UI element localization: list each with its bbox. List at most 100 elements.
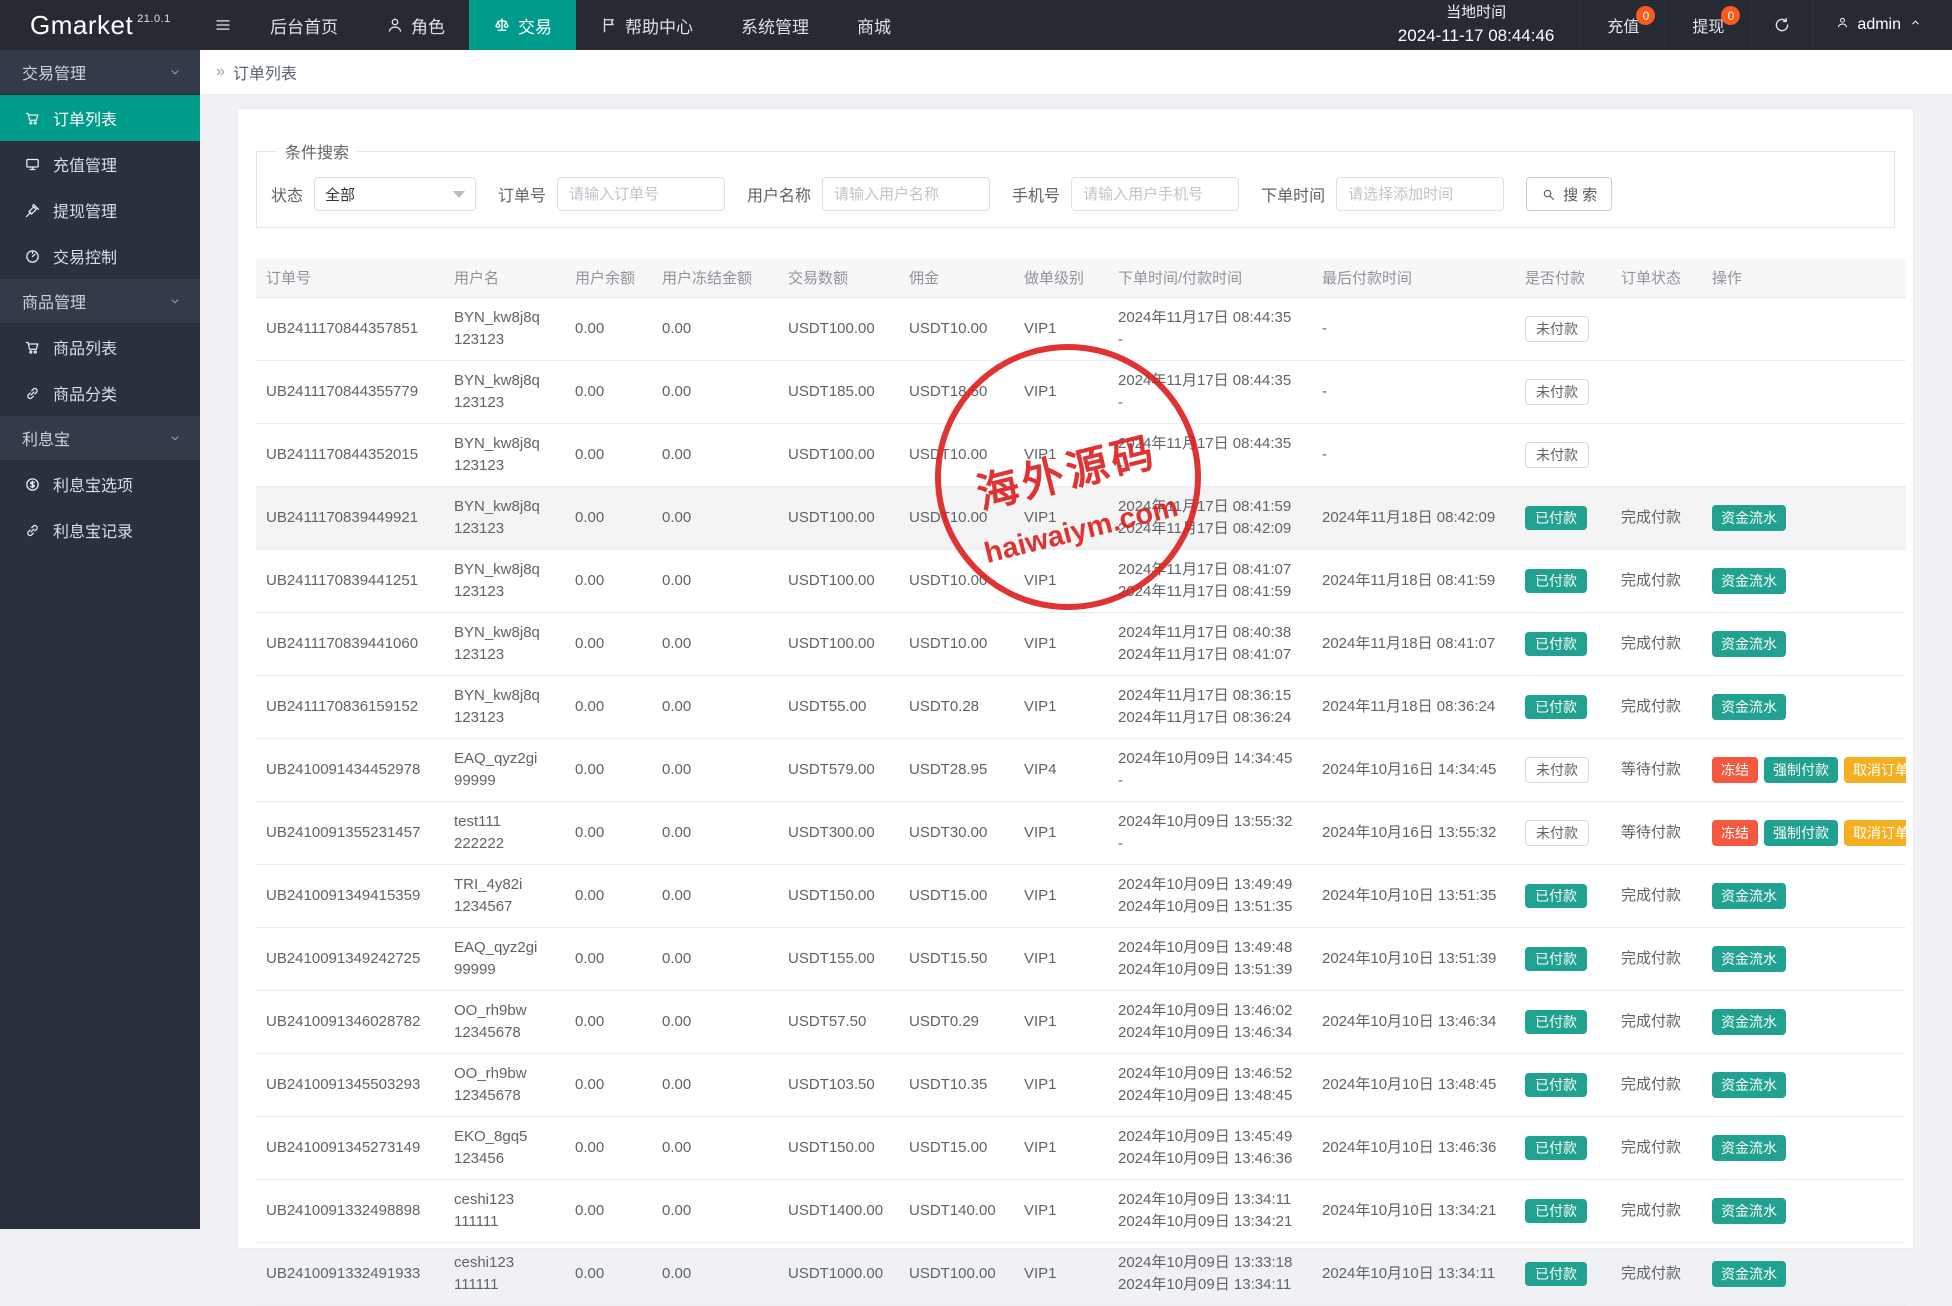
paid-status-cell: 已付款 xyxy=(1515,928,1611,991)
paid-status-badge: 已付款 xyxy=(1525,1199,1587,1223)
frozen-cell: 0.00 xyxy=(652,1117,778,1180)
order-no-cell: UB2411170844355779 xyxy=(256,361,444,424)
nav-item-roles[interactable]: 角色 xyxy=(362,0,469,50)
user-name-filter-label: 用户名称 xyxy=(747,182,811,206)
frozen-cell: 0.00 xyxy=(652,424,778,487)
level-cell: VIP1 xyxy=(1014,1054,1108,1117)
flow-button[interactable]: 资金流水 xyxy=(1712,946,1786,972)
flow-button[interactable]: 资金流水 xyxy=(1712,1135,1786,1161)
table-row: UB2411170844352015BYN_kw8j8q1231230.000.… xyxy=(256,424,1906,487)
filters-row: 状态全部订单号用户名称手机号下单时间搜 索 xyxy=(271,177,1894,211)
breadcrumb-chevron-icon: » xyxy=(216,63,225,81)
amount-cell: USDT1000.00 xyxy=(778,1243,899,1306)
order-time-cell: 2024年10月09日 14:34:45- xyxy=(1108,739,1312,802)
order-no-cell: UB2410091345273149 xyxy=(256,1117,444,1180)
username-cell: ceshi123111111 xyxy=(444,1180,565,1243)
level-cell: VIP1 xyxy=(1014,613,1108,676)
amount-cell: USDT150.00 xyxy=(778,1117,899,1180)
paid-status-badge: 已付款 xyxy=(1525,1136,1587,1160)
phone-filter-label: 手机号 xyxy=(1012,182,1060,206)
withdraw-button[interactable]: 提现 0 xyxy=(1665,0,1750,50)
frozen-cell: 0.00 xyxy=(652,802,778,865)
last-pay-time-cell: 2024年10月16日 13:55:32 xyxy=(1312,802,1515,865)
freeze-button[interactable]: 冻结 xyxy=(1712,820,1758,846)
order-no-cell: UB2411170839441060 xyxy=(256,613,444,676)
local-time-value: 2024-11-17 08:44:46 xyxy=(1398,24,1555,49)
sidebar-item-lixibao-options[interactable]: 利息宝选项 xyxy=(0,461,200,507)
order-no-input[interactable] xyxy=(557,177,725,211)
search-button[interactable]: 搜 索 xyxy=(1526,177,1612,211)
flow-button[interactable]: 资金流水 xyxy=(1712,568,1786,594)
freeze-button[interactable]: 冻结 xyxy=(1712,757,1758,783)
sidebar-item-lixibao-records[interactable]: 利息宝记录 xyxy=(0,507,200,553)
order-time-cell: 2024年11月17日 08:41:072024年11月17日 08:41:59 xyxy=(1108,550,1312,613)
hamburger-icon[interactable] xyxy=(200,0,246,50)
sidebar-item-withdraw-mgmt[interactable]: 提现管理 xyxy=(0,187,200,233)
sidebar-item-label: 提现管理 xyxy=(53,198,117,222)
last-pay-time-cell: - xyxy=(1312,298,1515,361)
sidebar-group-label: 商品管理 xyxy=(22,289,86,313)
flow-button[interactable]: 资金流水 xyxy=(1712,1072,1786,1098)
paid-status-badge: 已付款 xyxy=(1525,1010,1587,1034)
column-header: 订单号 xyxy=(256,258,444,298)
nav-item-mall[interactable]: 商城 xyxy=(833,0,915,50)
force-button[interactable]: 强制付款 xyxy=(1764,757,1838,783)
sidebar-item-goods-list[interactable]: 商品列表 xyxy=(0,324,200,370)
recharge-button[interactable]: 充值 0 xyxy=(1580,0,1665,50)
column-header: 最后付款时间 xyxy=(1312,258,1515,298)
table-row: UB2411170844357851BYN_kw8j8q1231230.000.… xyxy=(256,298,1906,361)
phone-input[interactable] xyxy=(1071,177,1239,211)
cancel-button[interactable]: 取消订单 xyxy=(1844,820,1906,846)
sidebar-group-lixibao[interactable]: 利息宝 xyxy=(0,416,200,461)
commission-cell: USDT30.00 xyxy=(899,802,1014,865)
username-cell: EAQ_qyz2gi99999 xyxy=(444,928,565,991)
withdraw-badge: 0 xyxy=(1721,6,1740,25)
balance-cell: 0.00 xyxy=(565,1243,652,1306)
nav-item-help-center[interactable]: 帮助中心 xyxy=(576,0,717,50)
refresh-button[interactable] xyxy=(1750,0,1813,50)
user-name-input[interactable] xyxy=(822,177,990,211)
flow-button[interactable]: 资金流水 xyxy=(1712,505,1786,531)
flow-button[interactable]: 资金流水 xyxy=(1712,1261,1786,1287)
admin-menu[interactable]: admin xyxy=(1813,0,1952,50)
status-select[interactable]: 全部 xyxy=(314,177,476,211)
flow-button[interactable]: 资金流水 xyxy=(1712,1009,1786,1035)
paid-status-badge: 已付款 xyxy=(1525,695,1587,719)
sidebar-group-goods-mgmt[interactable]: 商品管理 xyxy=(0,279,200,324)
nav-item-system[interactable]: 系统管理 xyxy=(717,0,833,50)
actions-cell xyxy=(1702,361,1906,424)
paid-status-badge: 已付款 xyxy=(1525,947,1587,971)
nav-item-label: 帮助中心 xyxy=(625,13,693,38)
flow-button[interactable]: 资金流水 xyxy=(1712,883,1786,909)
flow-button[interactable]: 资金流水 xyxy=(1712,1198,1786,1224)
cancel-button[interactable]: 取消订单 xyxy=(1844,757,1906,783)
level-cell: VIP1 xyxy=(1014,865,1108,928)
order-no-cell: UB2410091346028782 xyxy=(256,991,444,1054)
sidebar-item-recharge-mgmt[interactable]: 充值管理 xyxy=(0,141,200,187)
sidebar-group-trade-mgmt[interactable]: 交易管理 xyxy=(0,50,200,95)
nav-item-dashboard[interactable]: 后台首页 xyxy=(246,0,362,50)
frozen-cell: 0.00 xyxy=(652,1243,778,1306)
last-pay-time-cell: 2024年10月10日 13:51:35 xyxy=(1312,865,1515,928)
flow-button[interactable]: 资金流水 xyxy=(1712,631,1786,657)
flow-button[interactable]: 资金流水 xyxy=(1712,694,1786,720)
order-time-cell: 2024年11月17日 08:41:592024年11月17日 08:42:09 xyxy=(1108,487,1312,550)
nav-item-trade[interactable]: 交易 xyxy=(469,0,576,50)
force-button[interactable]: 强制付款 xyxy=(1764,820,1838,846)
paid-status-badge: 已付款 xyxy=(1525,569,1587,593)
column-header: 用户名 xyxy=(444,258,565,298)
sidebar-item-order-list[interactable]: 订单列表 xyxy=(0,95,200,141)
sidebar-item-trade-control[interactable]: 交易控制 xyxy=(0,233,200,279)
commission-cell: USDT10.35 xyxy=(899,1054,1014,1117)
table-row: UB2410091349415359TRI_4y82i12345670.000.… xyxy=(256,865,1906,928)
order-status-cell: 完成付款 xyxy=(1611,865,1702,928)
gauge-icon xyxy=(24,248,41,265)
sidebar-item-goods-category[interactable]: 商品分类 xyxy=(0,370,200,416)
orders-table-head: 订单号用户名用户余额用户冻结金额交易数额佣金做单级别下单时间/付款时间最后付款时… xyxy=(256,258,1906,298)
hamburger-icon xyxy=(214,16,232,34)
order-status-cell: 完成付款 xyxy=(1611,1180,1702,1243)
order-status-cell xyxy=(1611,361,1702,424)
order-time-input[interactable] xyxy=(1336,177,1504,211)
frozen-cell: 0.00 xyxy=(652,739,778,802)
order-no-cell: UB2410091332491933 xyxy=(256,1243,444,1306)
